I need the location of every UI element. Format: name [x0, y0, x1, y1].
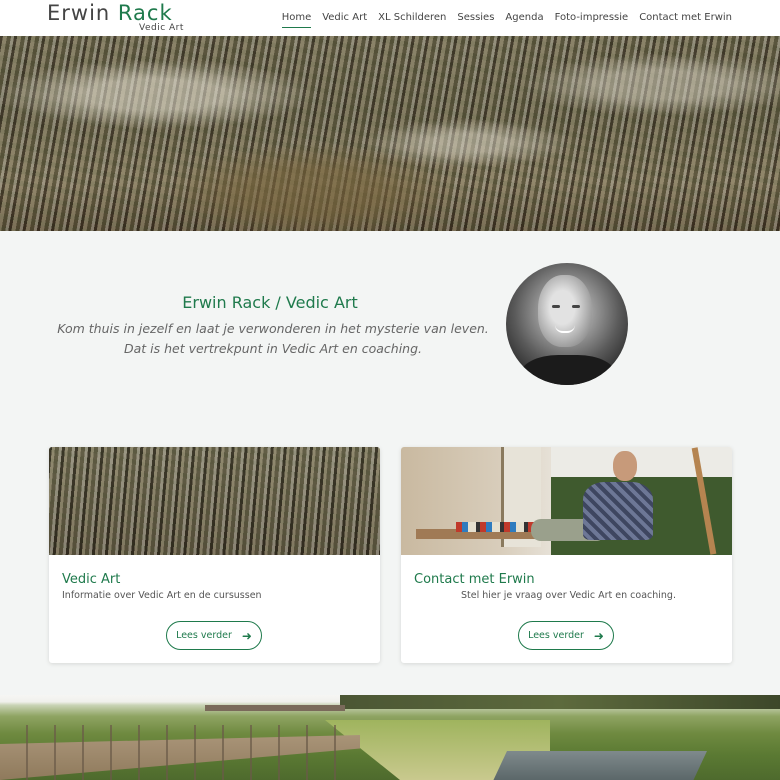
site-logo[interactable]: Erwin Rack Vedic Art: [47, 1, 183, 33]
logo-name-first: Erwin: [47, 1, 118, 25]
read-more-label: Lees verder: [528, 630, 584, 641]
logo-name: Erwin Rack: [47, 1, 173, 25]
nav-sessies[interactable]: Sessies: [457, 11, 494, 28]
card-contact: Contact met Erwin Stel hier je vraag ove…: [401, 447, 732, 663]
portrait-face: [538, 275, 592, 347]
landscape-bridge: [205, 705, 345, 711]
logo-tagline: Vedic Art: [139, 23, 184, 33]
card-image-painting[interactable]: [49, 447, 380, 555]
logo-name-last: Rack: [117, 1, 173, 25]
nav-foto-impressie[interactable]: Foto-impressie: [555, 11, 629, 28]
person-body: [583, 482, 653, 540]
card-title[interactable]: Vedic Art: [62, 572, 120, 587]
intro-line-1: Kom thuis in jezelf en laat je verwonder…: [57, 321, 489, 336]
card-vedic-art: Vedic Art Informatie over Vedic Art en d…: [49, 447, 380, 663]
intro-title: Erwin Rack / Vedic Art: [182, 293, 358, 312]
read-more-label: Lees verder: [176, 630, 232, 641]
intro-line-2: Dat is het vertrekpunt in Vedic Art en c…: [123, 341, 423, 356]
landscape-stream: [493, 751, 707, 780]
nav-xl-schilderen[interactable]: XL Schilderen: [378, 11, 446, 28]
hero-painting-banner: [0, 36, 780, 231]
person-head: [613, 451, 637, 481]
studio-wall-upper: [551, 447, 732, 477]
card-subtitle: Informatie over Vedic Art en de cursusse…: [62, 590, 262, 601]
portrait-shirt: [520, 355, 616, 385]
site-header: Erwin Rack Vedic Art Home Vedic Art XL S…: [0, 0, 780, 36]
arrow-right-icon: ➜: [241, 628, 252, 643]
nav-agenda[interactable]: Agenda: [505, 11, 543, 28]
card-subtitle: Stel hier je vraag over Vedic Art en coa…: [461, 590, 676, 601]
intro-text: Kom thuis in jezelf en laat je verwonder…: [40, 319, 506, 359]
landscape-banner: [0, 695, 780, 780]
arrow-right-icon: ➜: [593, 628, 604, 643]
portrait-photo: [506, 263, 628, 385]
nav-contact[interactable]: Contact met Erwin: [639, 11, 732, 28]
nav-vedic-art[interactable]: Vedic Art: [322, 11, 367, 28]
portrait-eye-right: [572, 305, 580, 308]
card-image-studio[interactable]: [401, 447, 732, 555]
read-more-button[interactable]: Lees verder ➜: [518, 621, 614, 650]
card-title[interactable]: Contact met Erwin: [414, 572, 535, 587]
main-nav: Home Vedic Art XL Schilderen Sessies Age…: [281, 11, 732, 28]
portrait-eye-left: [552, 305, 560, 308]
nav-home[interactable]: Home: [281, 11, 312, 28]
landscape-fence: [0, 725, 340, 780]
read-more-button[interactable]: Lees verder ➜: [166, 621, 262, 650]
landscape-treeline: [340, 695, 780, 709]
